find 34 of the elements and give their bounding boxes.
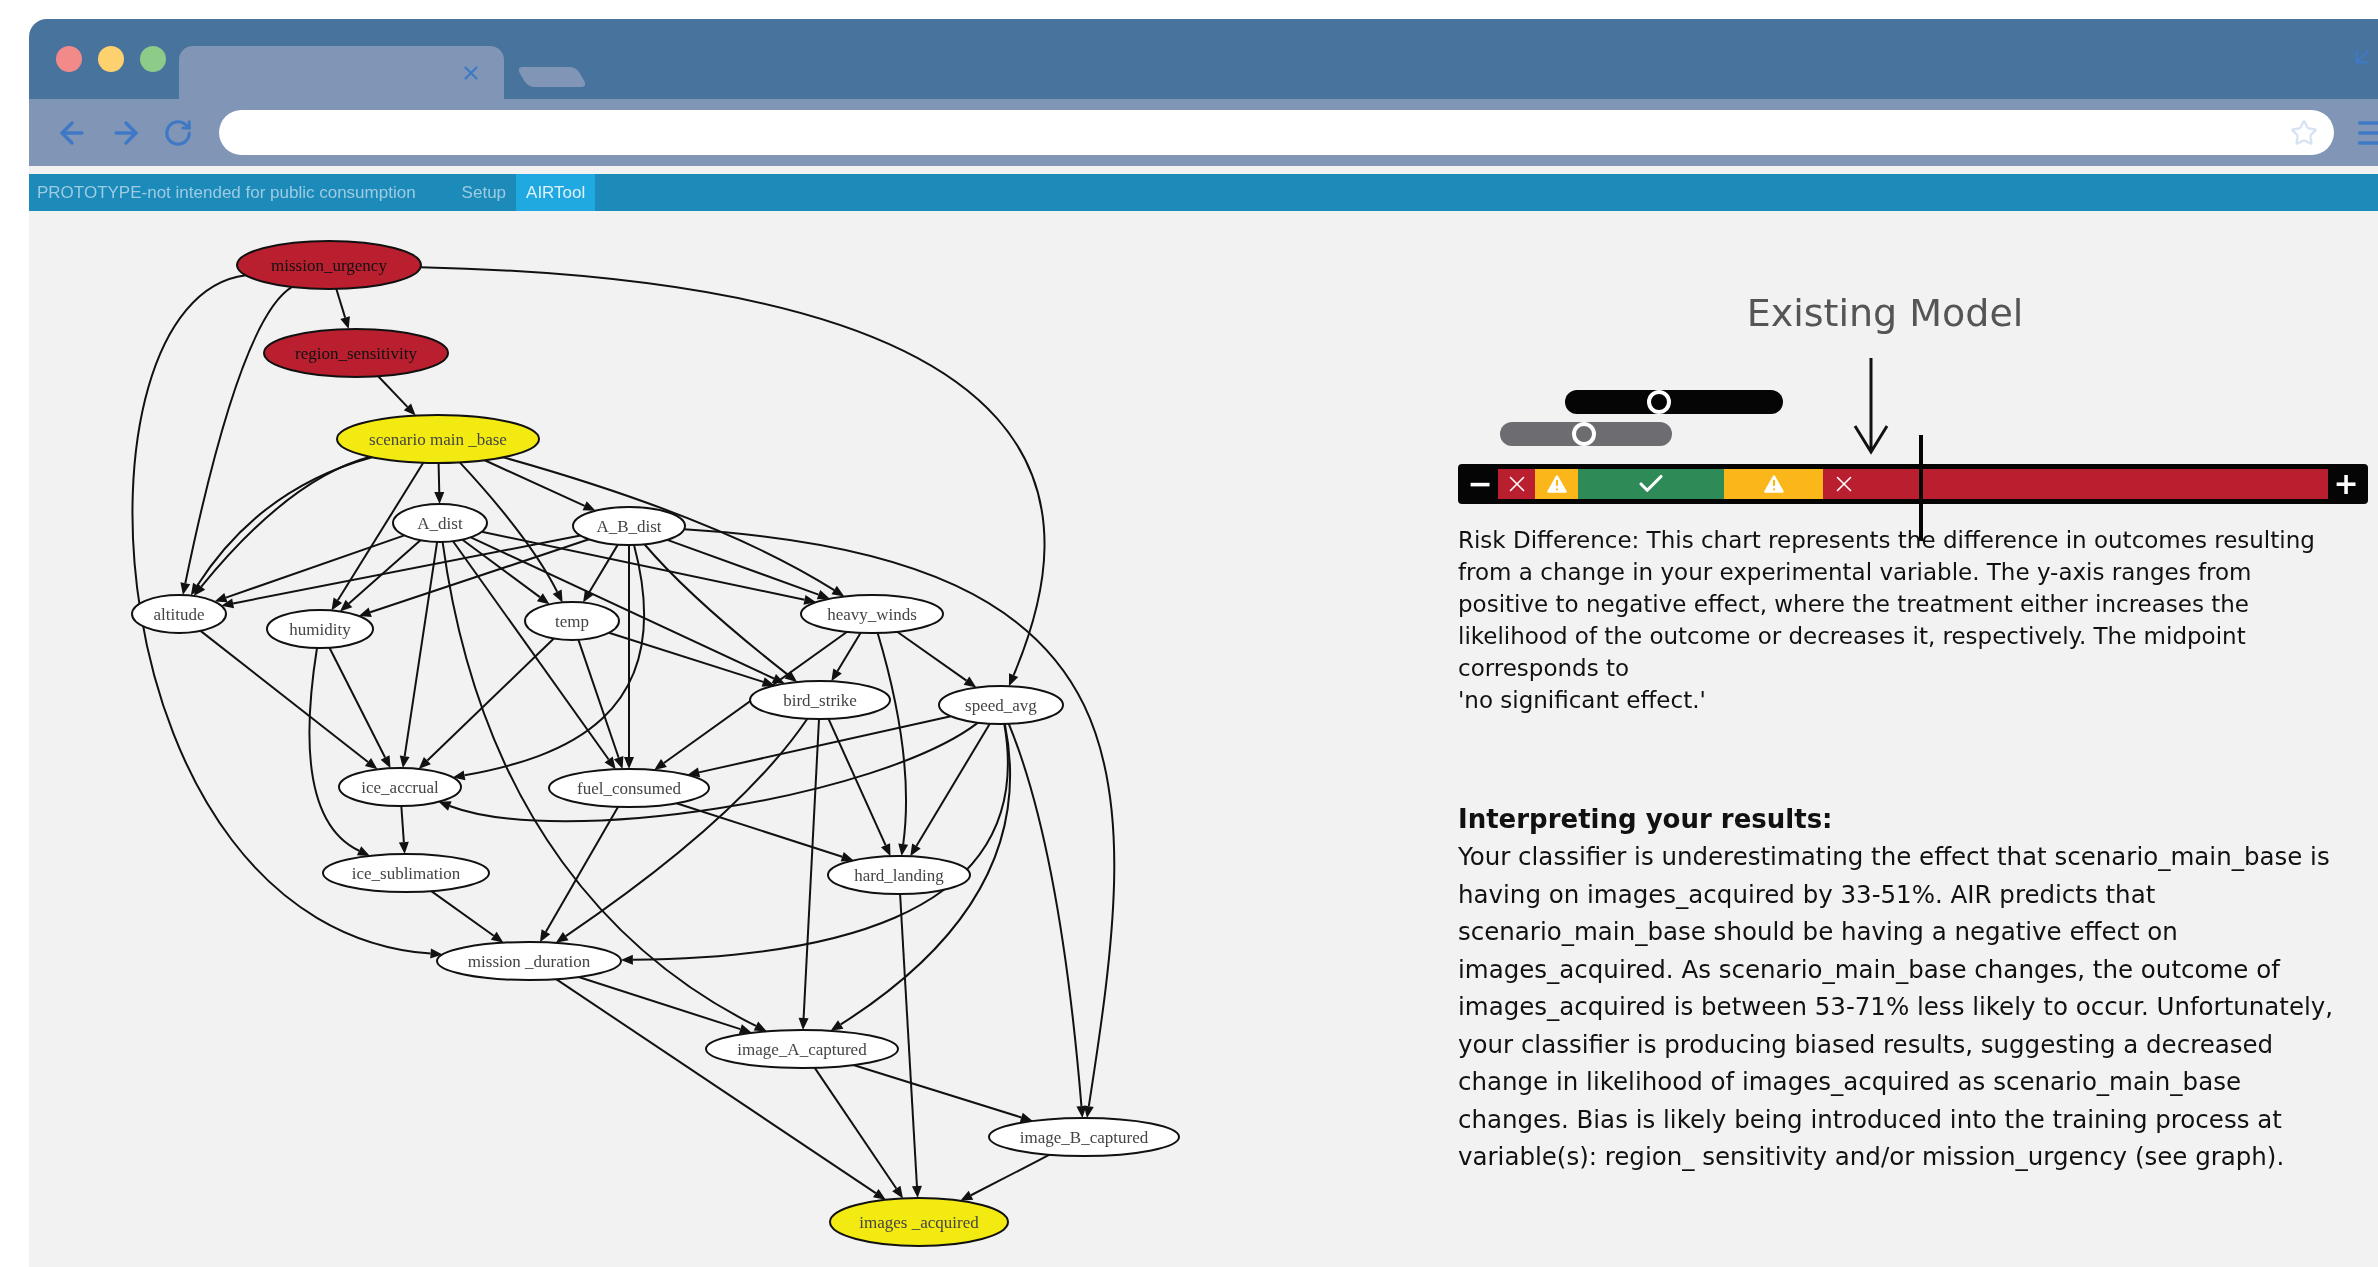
graph-node[interactable]: ice_sublimation: [322, 853, 490, 893]
address-bar[interactable]: [219, 110, 2334, 155]
close-window-button[interactable]: [56, 46, 82, 72]
down-arrow-icon: [1853, 358, 1889, 456]
graph-node[interactable]: mission _duration: [436, 941, 622, 981]
graph-node[interactable]: image_B_captured: [988, 1117, 1180, 1157]
graph-node[interactable]: temp: [524, 601, 620, 641]
star-icon[interactable]: [2290, 118, 2318, 147]
graph-node[interactable]: bird_strike: [749, 680, 891, 720]
risk-description: Risk Difference: This chart represents the difference in outcomes resulting from a change in your experimental variable. The y-axis ranges from positive to negative effect, where the treatment either increases the likelihood of the outcome or decreases it, respectively. The midpoint corresponds to 'no significant effect.': [1458, 526, 2316, 715]
graph-node[interactable]: images _acquired: [829, 1197, 1009, 1247]
graph-node[interactable]: image_A_captured: [705, 1029, 899, 1069]
graph-node[interactable]: altitude: [131, 594, 227, 634]
graph-node[interactable]: fuel_consumed: [548, 768, 710, 808]
results-text: Your classifier is underestimating the effect that scenario_main_base is having on images_acquired by 33-51%. AIR predicts that scenario_main_base should be having a negative effect on images_acquired. As scenario_main_base changes, the outcome of images_acquired is between 53-71% less likely to occur. Unfortunately, your classifier is producing biased results, suggesting a decreased change in likelihood of images_acquired as scenario_main_base changes. Bias is likely being introduced into the training process at variable(s): region_ sensitivity and/or mission_urgency (see graph).: [1458, 841, 2335, 1173]
browser-tab[interactable]: [179, 46, 504, 99]
graph-node[interactable]: humidity: [266, 609, 374, 649]
graph-node[interactable]: hard_landing: [827, 855, 971, 895]
chart-title: Existing Model: [1746, 291, 2024, 335]
graph-node[interactable]: ice_accrual: [338, 767, 462, 807]
graph-node[interactable]: heavy_winds: [800, 594, 944, 634]
reload-icon[interactable]: [163, 117, 193, 148]
slider-thumb[interactable]: [1572, 422, 1597, 446]
graph-node[interactable]: A_dist: [392, 503, 488, 543]
zoom-in-button[interactable]: +: [2328, 466, 2364, 502]
zoom-out-button[interactable]: −: [1462, 466, 1498, 502]
graph-node[interactable]: scenario main _base: [336, 414, 540, 464]
results-heading: Interpreting your results:: [1458, 804, 1834, 834]
slider-thumb[interactable]: [1646, 390, 1671, 414]
prototype-notice: PROTOTYPE-not intended for public consumption: [36, 181, 416, 204]
graph-node[interactable]: speed_avg: [938, 685, 1064, 725]
maximize-window-button[interactable]: [140, 46, 166, 72]
graph-node[interactable]: A_B_dist: [572, 506, 686, 546]
minimize-window-button[interactable]: [98, 46, 124, 72]
